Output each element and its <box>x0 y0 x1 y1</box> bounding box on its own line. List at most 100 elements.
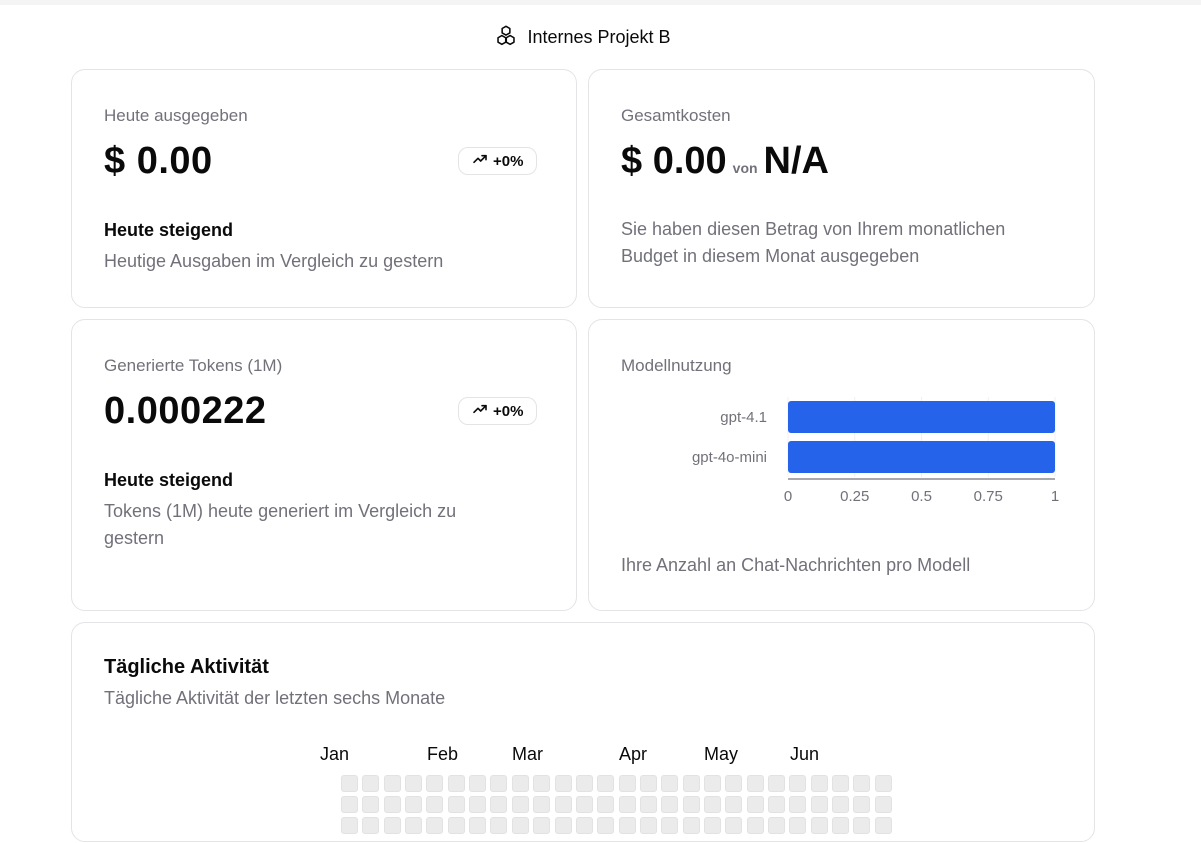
activity-cell <box>640 796 657 813</box>
activity-cell <box>875 817 892 834</box>
von-label: von <box>732 160 758 176</box>
activity-cell <box>469 775 486 792</box>
activity-cell <box>661 775 678 792</box>
month-label: Apr <box>619 744 648 764</box>
activity-cell <box>597 796 614 813</box>
activity-cell <box>341 817 358 834</box>
activity-cell <box>426 775 443 792</box>
activity-cell <box>811 775 828 792</box>
y-tick-label: gpt-4.1 <box>720 409 767 426</box>
activity-cell <box>341 796 358 813</box>
total-costs-value: $ 0.00 <box>621 140 727 182</box>
activity-cell <box>683 775 700 792</box>
activity-cell <box>875 796 892 813</box>
activity-cell <box>811 796 828 813</box>
budget-description-line1: Sie haben diesen Betrag von Ihrem monatl… <box>621 219 1006 239</box>
activity-cell <box>811 817 828 834</box>
card-label: Gesamtkosten <box>621 106 731 125</box>
activity-cell <box>640 817 657 834</box>
activity-cell <box>555 775 572 792</box>
activity-cell <box>768 796 785 813</box>
budget-description-line2: Budget in diesem Monat ausgegeben <box>621 246 920 266</box>
x-tick-label: 0.5 <box>911 488 932 505</box>
activity-cell <box>555 817 572 834</box>
total-costs-line: $ 0.00 von N/A <box>621 140 829 183</box>
project-header: Internes Projekt B <box>0 22 1166 52</box>
activity-cell <box>704 796 721 813</box>
activity-cell <box>704 817 721 834</box>
activity-cell <box>448 775 465 792</box>
trend-description: Heutige Ausgaben im Vergleich zu gestern <box>104 251 444 271</box>
activity-cell <box>661 796 678 813</box>
activity-cell <box>619 796 636 813</box>
activity-cell <box>725 796 742 813</box>
activity-cell <box>555 796 572 813</box>
activity-cell <box>469 817 486 834</box>
activity-cell <box>341 775 358 792</box>
activity-cell <box>789 817 806 834</box>
activity-cell <box>426 817 443 834</box>
card-label: Heute ausgegeben <box>104 106 248 125</box>
activity-cell <box>747 796 764 813</box>
activity-cell <box>640 775 657 792</box>
bar-gpt-4.1 <box>788 401 1055 433</box>
activity-cell <box>619 817 636 834</box>
model-usage-chart: gpt-4.1 gpt-4o-mini 0 0.25 0.5 0.75 1 <box>692 397 1059 505</box>
tokens-card: Generierte Tokens (1M) 0.000222 +0% Heut… <box>71 319 577 611</box>
activity-cell <box>875 775 892 792</box>
trend-badge: +0% <box>458 397 538 425</box>
project-title: Internes Projekt B <box>527 26 671 47</box>
model-usage-card: Modellnutzung gpt-4.1 gpt-4o-mini 0 0.25 0.5… <box>588 319 1095 611</box>
x-tick-label: 0.75 <box>974 488 1003 505</box>
activity-cell <box>683 817 700 834</box>
trend-value: +0% <box>493 152 524 170</box>
trend-badge: +0% <box>458 147 538 175</box>
activity-cell <box>747 775 764 792</box>
trend-value: +0% <box>493 402 524 420</box>
trend-title: Heute steigend <box>104 220 234 240</box>
activity-cell <box>576 817 593 834</box>
activity-cell <box>533 817 550 834</box>
activity-cell <box>576 775 593 792</box>
activity-cell <box>576 796 593 813</box>
activity-cell <box>512 796 529 813</box>
activity-cell <box>789 796 806 813</box>
activity-cell <box>533 775 550 792</box>
activity-cell <box>597 817 614 834</box>
activity-cell <box>725 817 742 834</box>
activity-cell <box>512 817 529 834</box>
activity-cell <box>448 817 465 834</box>
chart-caption: Ihre Anzahl an Chat-Nachrichten pro Mode… <box>621 555 971 575</box>
activity-cell <box>704 775 721 792</box>
activity-cell <box>832 796 849 813</box>
activity-cell <box>405 775 422 792</box>
activity-cell <box>853 817 870 834</box>
activity-cell <box>362 775 379 792</box>
activity-cell <box>405 796 422 813</box>
trend-title: Heute steigend <box>104 470 234 490</box>
daily-activity-card: Tägliche Aktivität Tägliche Aktivität de… <box>71 622 1095 842</box>
bar-gpt-4o-mini <box>788 441 1055 473</box>
activity-heatmap: Jan Feb Mar Apr May Jun <box>72 623 1096 843</box>
cubes-icon <box>495 24 517 51</box>
month-label: Jan <box>320 744 350 764</box>
activity-cell <box>469 796 486 813</box>
activity-cell <box>384 796 401 813</box>
activity-cell <box>747 817 764 834</box>
activity-cell <box>490 817 507 834</box>
card-label: Generierte Tokens (1M) <box>104 356 283 375</box>
activity-cell <box>683 796 700 813</box>
trend-description-line2: gestern <box>104 528 165 548</box>
activity-cell <box>597 775 614 792</box>
tokens-value: 0.000222 <box>104 390 267 432</box>
activity-cell <box>384 775 401 792</box>
activity-cell <box>384 817 401 834</box>
activity-cell <box>362 817 379 834</box>
trending-up-icon <box>472 401 488 421</box>
activity-cell <box>512 775 529 792</box>
today-spent-card: Heute ausgegeben $ 0.00 +0% Heute steige… <box>71 69 577 308</box>
activity-cell <box>768 817 785 834</box>
activity-cell <box>426 796 443 813</box>
activity-cell <box>853 796 870 813</box>
month-label: Mar <box>512 744 543 764</box>
